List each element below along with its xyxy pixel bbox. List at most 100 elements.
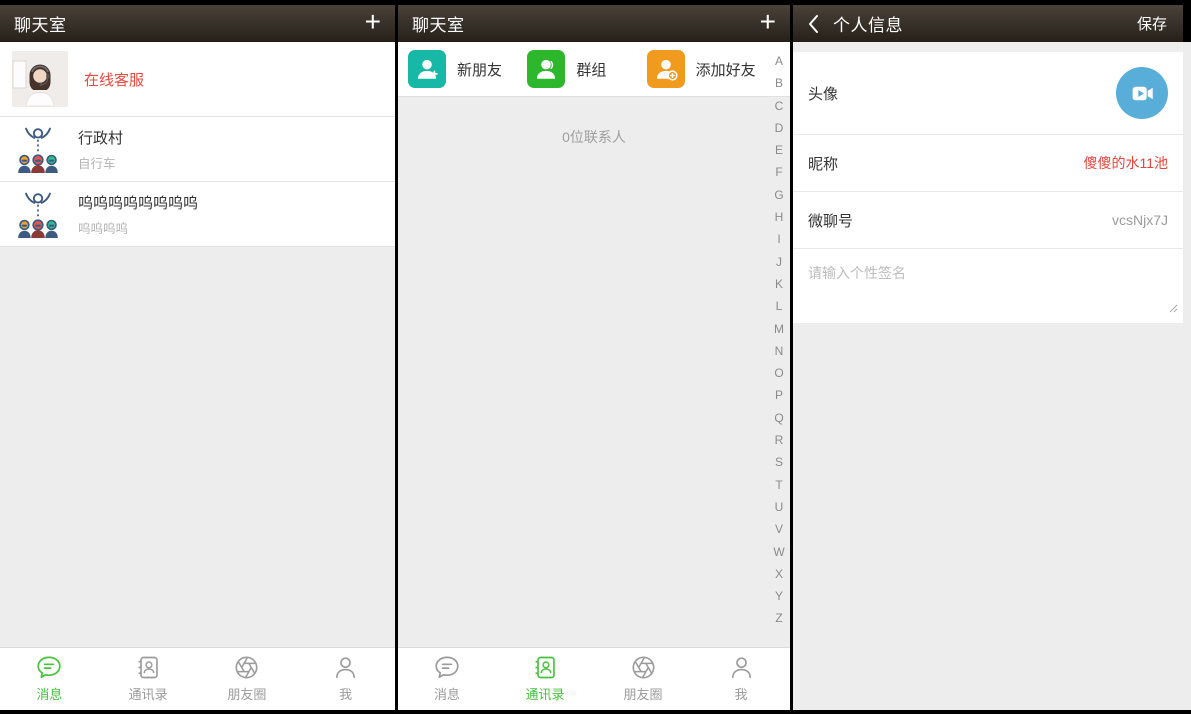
profile-empty-area	[793, 323, 1183, 710]
tab-label: 通讯录	[129, 684, 168, 703]
new-friends-icon	[408, 50, 446, 88]
chat-item-service[interactable]: 在线客服	[0, 42, 395, 117]
shortcut-groups[interactable]: 群组	[527, 50, 646, 88]
index-letter[interactable]: A	[775, 50, 783, 72]
index-letter[interactable]: M	[774, 318, 784, 340]
index-letter[interactable]: I	[777, 228, 780, 250]
chat-item-group-1[interactable]: 行政村 自行车	[0, 117, 395, 182]
index-letter[interactable]: N	[775, 340, 784, 362]
aperture-icon	[234, 655, 259, 680]
tabbar-chat: 消息 通讯录 朋友圈 我	[0, 647, 395, 710]
tab-messages[interactable]: 消息	[398, 648, 496, 710]
index-letter[interactable]: U	[775, 496, 784, 518]
profile-card: 头像 昵称 傻傻的水11池 微聊号 vcsNjx7J	[793, 52, 1183, 323]
tab-contacts[interactable]: 通讯录	[496, 648, 594, 710]
avatar-label: 头像	[808, 83, 838, 104]
signature-field-wrap	[793, 249, 1183, 323]
save-button[interactable]: 保存	[1137, 13, 1167, 34]
empty-area	[0, 247, 395, 647]
index-letter[interactable]: R	[775, 429, 784, 451]
tab-moments[interactable]: 朋友圈	[198, 648, 297, 710]
add-button[interactable]: +	[365, 8, 381, 39]
tab-label: 我	[339, 684, 352, 703]
back-button[interactable]	[807, 14, 820, 34]
contacts-shortcut-row: 新朋友 群组	[398, 42, 790, 97]
app-window: 聊天室 + 在线客服 行政村 自行车	[0, 0, 1191, 714]
index-letter[interactable]: O	[774, 362, 783, 384]
chevron-left-icon	[807, 14, 820, 34]
tab-label: 我	[734, 684, 747, 703]
index-letter[interactable]: L	[776, 295, 783, 317]
chat-item-title: 呜呜呜呜呜呜呜呜	[78, 192, 198, 213]
index-letter[interactable]: B	[775, 72, 783, 94]
index-letter[interactable]: Y	[775, 585, 783, 607]
shortcut-new-friends[interactable]: 新朋友	[408, 50, 527, 88]
tab-moments[interactable]: 朋友圈	[594, 648, 692, 710]
index-letter[interactable]: H	[775, 206, 784, 228]
chat-item-subtitle: 自行车	[78, 153, 123, 172]
chat-id-value: vcsNjx7J	[1112, 212, 1168, 228]
panel-contacts: 聊天室 + 新朋友	[395, 0, 790, 714]
index-letter[interactable]: K	[775, 273, 783, 295]
person-icon	[729, 655, 754, 680]
page-title: 聊天室	[412, 11, 465, 36]
user-avatar[interactable]	[1116, 67, 1168, 119]
index-letter[interactable]: C	[775, 95, 784, 117]
groups-icon	[527, 50, 565, 88]
tab-label: 朋友圈	[623, 684, 662, 703]
tabbar-contacts: 消息 通讯录 朋友圈 我	[398, 647, 790, 710]
tab-label: 朋友圈	[227, 684, 266, 703]
chat-header: 聊天室 +	[0, 5, 395, 42]
alphabet-index: ABCDEFGHIJKLMNOPQRSTUVWXYZ	[771, 50, 787, 630]
index-letter[interactable]: P	[775, 384, 783, 406]
contacts-empty-area: 0位联系人	[398, 97, 790, 647]
empty-contacts-text: 0位联系人	[398, 127, 790, 147]
index-letter[interactable]: E	[775, 139, 783, 161]
chat-item-group-2[interactable]: 呜呜呜呜呜呜呜呜 呜呜呜呜	[0, 182, 395, 247]
index-letter[interactable]: Q	[774, 407, 783, 429]
shortcut-label: 群组	[576, 59, 606, 80]
tab-contacts[interactable]: 通讯录	[99, 648, 198, 710]
section-gap	[793, 42, 1183, 52]
window-edge	[1183, 5, 1191, 42]
index-letter[interactable]: X	[775, 563, 783, 585]
index-letter[interactable]: T	[775, 474, 782, 496]
contacts-header: 聊天室 +	[398, 5, 790, 42]
index-letter[interactable]: S	[775, 451, 783, 473]
chat-item-title: 行政村	[78, 127, 123, 148]
nickname-label: 昵称	[808, 153, 838, 174]
avatar-row[interactable]: 头像	[793, 52, 1183, 135]
chat-id-row[interactable]: 微聊号 vcsNjx7J	[793, 192, 1183, 249]
chat-id-label: 微聊号	[808, 210, 853, 231]
tab-me[interactable]: 我	[692, 648, 790, 710]
panel-chat-list: 聊天室 + 在线客服 行政村 自行车	[0, 0, 395, 714]
message-bubble-icon	[434, 655, 460, 680]
nickname-row[interactable]: 昵称 傻傻的水11池	[793, 135, 1183, 192]
chat-item-subtitle: 呜呜呜呜	[78, 218, 198, 237]
index-letter[interactable]: W	[773, 541, 784, 563]
page-title: 个人信息	[833, 11, 903, 36]
add-friend-icon	[647, 50, 685, 88]
group-icon	[14, 190, 62, 238]
profile-header: 个人信息 保存	[793, 5, 1191, 42]
index-letter[interactable]: F	[775, 161, 782, 183]
index-letter[interactable]: Z	[775, 607, 782, 629]
add-button[interactable]: +	[760, 8, 776, 39]
person-icon	[333, 655, 358, 680]
tab-messages[interactable]: 消息	[0, 648, 99, 710]
index-letter[interactable]: D	[775, 117, 784, 139]
address-book-icon	[533, 655, 558, 680]
index-letter[interactable]: V	[775, 518, 783, 540]
index-letter[interactable]: J	[776, 251, 782, 273]
video-camera-icon	[1130, 81, 1155, 106]
group-icon	[14, 125, 62, 173]
signature-input[interactable]	[793, 249, 1183, 323]
aperture-icon	[631, 655, 656, 680]
tab-label: 通讯录	[525, 684, 564, 703]
page-title: 聊天室	[14, 11, 67, 36]
index-letter[interactable]: G	[774, 184, 783, 206]
service-avatar	[12, 51, 68, 107]
resize-grip-icon[interactable]	[1169, 300, 1178, 318]
shortcut-add-friend[interactable]: 添加好友	[647, 50, 766, 88]
tab-me[interactable]: 我	[296, 648, 395, 710]
